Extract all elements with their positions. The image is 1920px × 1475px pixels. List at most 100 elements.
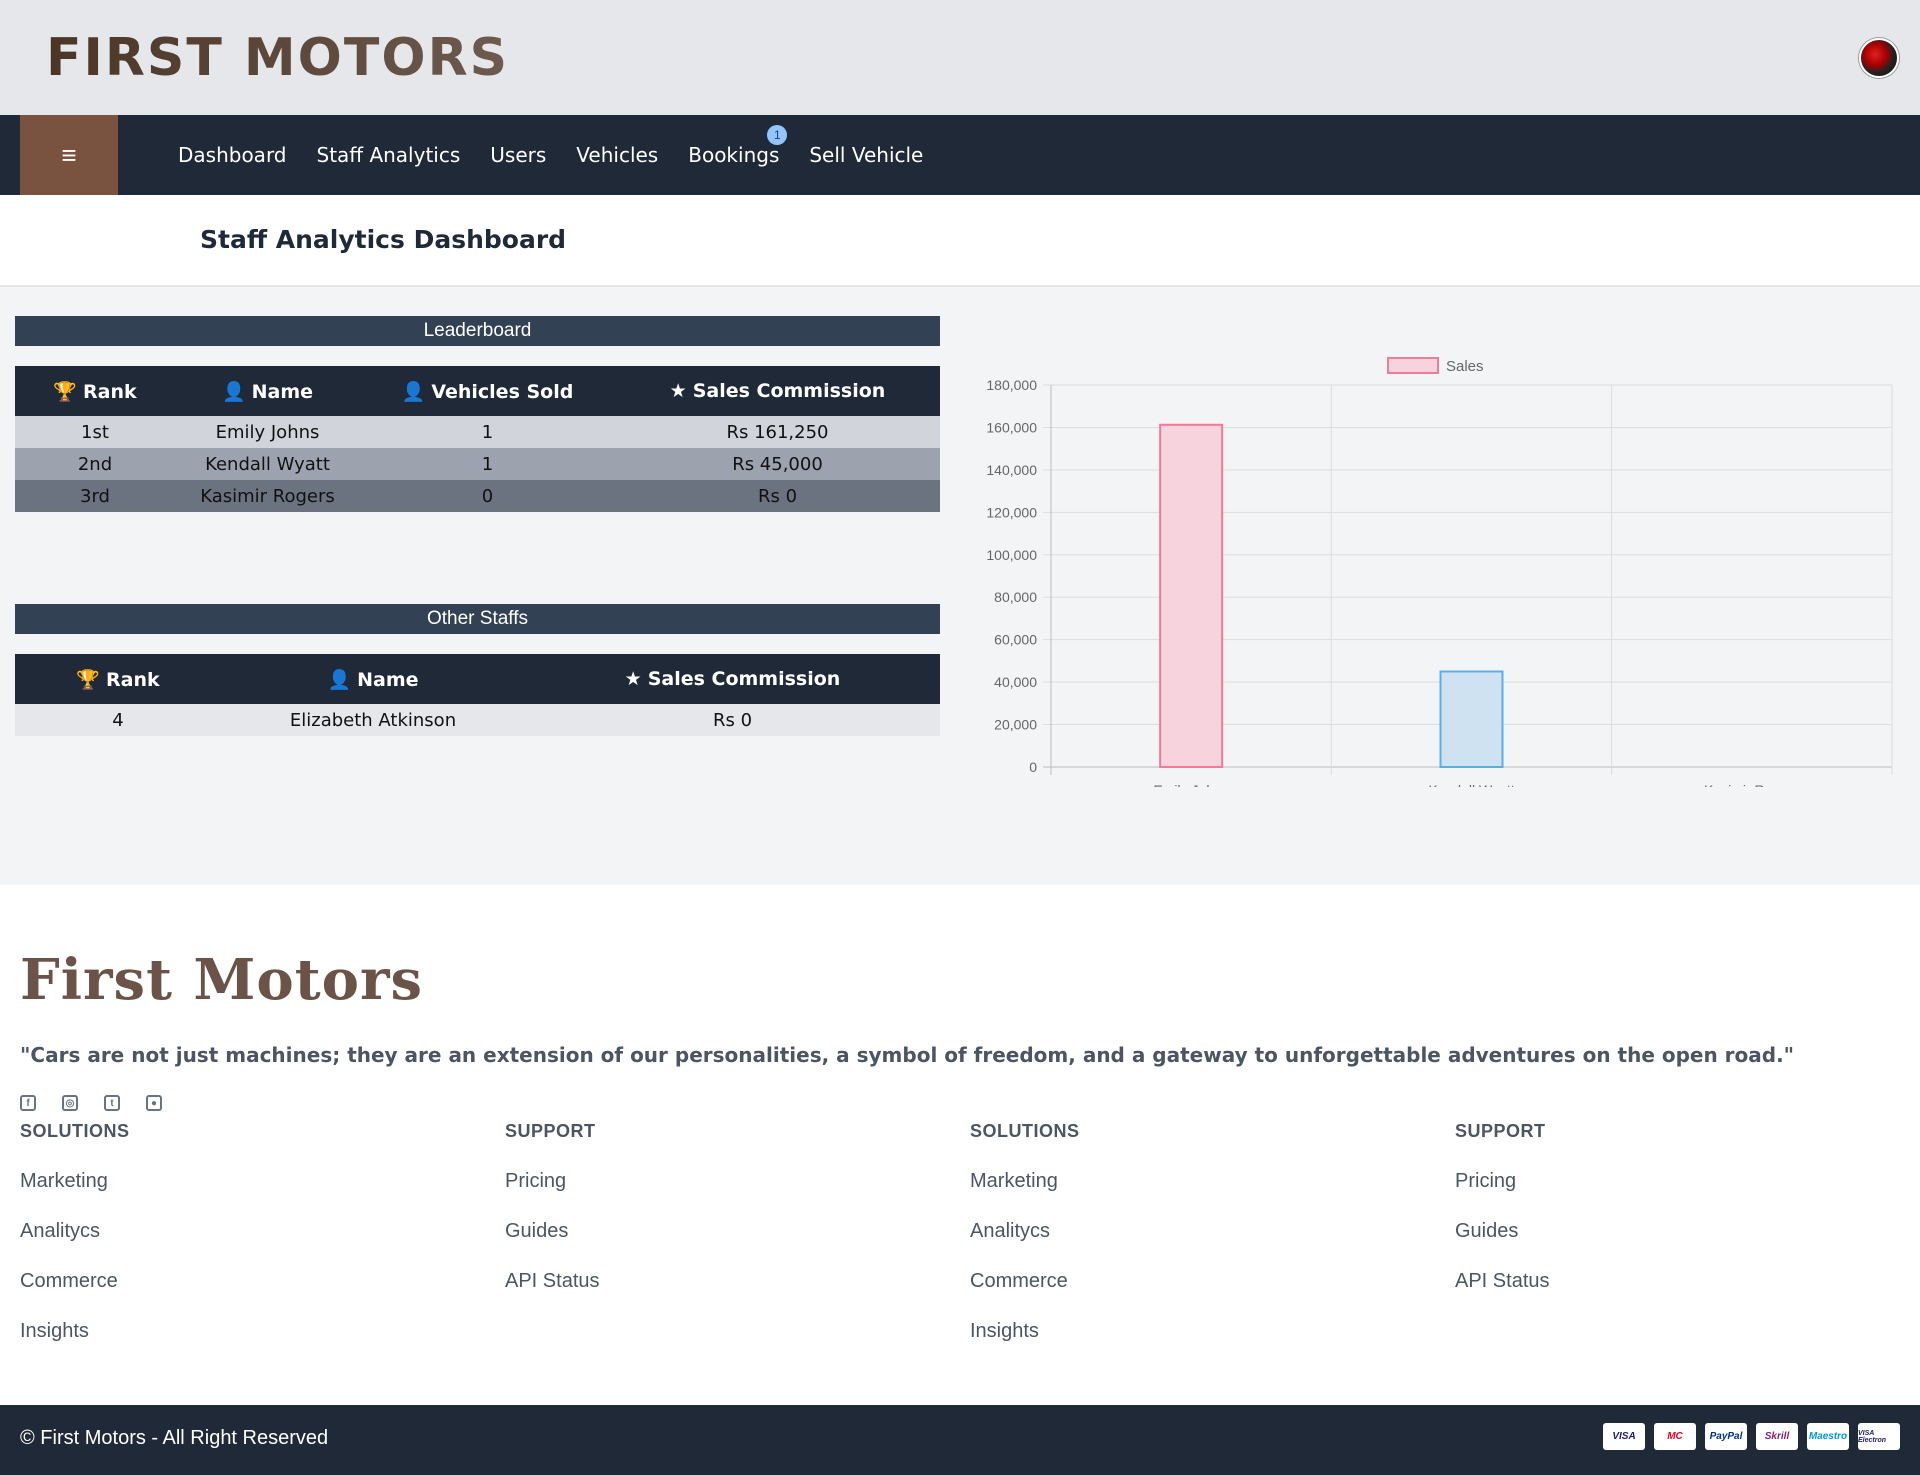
footer-column-support-2: SUPPORT Pricing Guides API Status: [1455, 1121, 1550, 1320]
nav-link-staff-analytics[interactable]: Staff Analytics: [317, 143, 461, 167]
cell-commission: Rs 45,000: [615, 448, 940, 480]
main-nav: ≡ Dashboard Staff Analytics Users Vehicl…: [0, 115, 1920, 195]
y-tick-label: 60,000: [994, 632, 1037, 648]
user-icon: 👤: [327, 668, 352, 691]
x-tick-label: Emily Johns: [1153, 782, 1228, 787]
y-tick-label: 20,000: [994, 717, 1037, 733]
menu-toggle-button[interactable]: ≡: [20, 115, 118, 195]
footer-link[interactable]: API Status: [505, 1270, 600, 1292]
nav-link-dashboard[interactable]: Dashboard: [178, 143, 287, 167]
footer-link[interactable]: Commerce: [970, 1270, 1080, 1292]
bar: [1439, 670, 1504, 768]
col-sales-commission: ★ Sales Commission: [615, 366, 940, 416]
y-tick-label: 180,000: [986, 377, 1037, 393]
footer-link[interactable]: Insights: [20, 1320, 130, 1342]
footer-quote: "Cars are not just machines; they are an…: [20, 1043, 1795, 1067]
footer-link[interactable]: Marketing: [970, 1170, 1080, 1192]
cell-vehicles-sold: 1: [360, 416, 615, 448]
nav-link-vehicles[interactable]: Vehicles: [576, 143, 658, 167]
twitter-icon[interactable]: t: [104, 1095, 120, 1111]
cell-name: Kasimir Rogers: [175, 480, 360, 512]
cell-commission: Rs 161,250: [615, 416, 940, 448]
skrill-icon: Skrill: [1756, 1423, 1798, 1450]
cell-name: Kendall Wyatt: [175, 448, 360, 480]
cell-name: Elizabeth Atkinson: [221, 704, 525, 736]
cell-rank: 4: [15, 704, 221, 736]
footer-link[interactable]: API Status: [1455, 1270, 1550, 1292]
col-rank: 🏆 Rank: [15, 654, 221, 704]
bookings-badge: 1: [767, 125, 788, 145]
footer-link[interactable]: Pricing: [505, 1170, 600, 1192]
other-staffs-table: 🏆 Rank 👤 Name ★ Sales Commission 4 Elizabet…: [15, 654, 940, 736]
col-rank: 🏆 Rank: [15, 366, 175, 416]
payment-methods: VISA MC PayPal Skrill Maestro VISA Elect…: [1603, 1423, 1900, 1450]
user-icon: 👤: [221, 380, 246, 403]
y-tick-label: 120,000: [986, 504, 1037, 520]
footer-column-heading: SUPPORT: [505, 1121, 596, 1141]
col-vehicles-sold: 👤 Vehicles Sold: [360, 366, 615, 416]
footer-column-solutions: SOLUTIONS Marketing Analitycs Commerce I…: [20, 1121, 130, 1370]
y-tick-label: 0: [1029, 759, 1037, 775]
hamburger-icon: ≡: [61, 139, 77, 170]
footer-link[interactable]: Marketing: [20, 1170, 130, 1192]
cell-vehicles-sold: 0: [360, 480, 615, 512]
footer-link[interactable]: Commerce: [20, 1270, 130, 1292]
instagram-icon[interactable]: ◎: [62, 1095, 78, 1111]
cell-rank: 3rd: [15, 480, 175, 512]
cell-vehicles-sold: 1: [360, 448, 615, 480]
footer-link[interactable]: Analitycs: [970, 1220, 1080, 1242]
social-links: f ◎ t ●: [20, 1095, 162, 1111]
y-tick-label: 160,000: [986, 419, 1037, 435]
footer-link[interactable]: Guides: [505, 1220, 600, 1242]
cell-commission: Rs 0: [525, 704, 940, 736]
top-header: FIRST MOTORS: [0, 0, 1920, 115]
y-tick-label: 80,000: [994, 589, 1037, 605]
cell-rank: 2nd: [15, 448, 175, 480]
footer-link[interactable]: Insights: [970, 1320, 1080, 1342]
visa-electron-icon: VISA Electron: [1858, 1423, 1900, 1450]
y-tick-label: 40,000: [994, 674, 1037, 690]
mastercard-icon: MC: [1654, 1423, 1696, 1450]
col-name: 👤 Name: [221, 654, 525, 704]
page-title-strip: Staff Analytics Dashboard: [0, 195, 1920, 287]
cell-name: Emily Johns: [175, 416, 360, 448]
star-icon: ★: [669, 380, 687, 402]
main-content: Leaderboard 🏆 Rank 👤 Name 👤 Vehicles Sold ★…: [0, 287, 1920, 885]
user-avatar[interactable]: [1859, 38, 1899, 78]
footer-column-heading: SUPPORT: [1455, 1121, 1546, 1141]
footer-link[interactable]: Guides: [1455, 1220, 1550, 1242]
footer-column-heading: SOLUTIONS: [20, 1121, 130, 1141]
table-row: 1st Emily Johns 1 Rs 161,250: [15, 416, 940, 448]
footer-brand: First Motors: [20, 947, 424, 1013]
y-tick-label: 100,000: [986, 547, 1037, 563]
x-tick-label: Kasimir Rogers: [1704, 782, 1800, 787]
trophy-icon: 🏆: [53, 380, 78, 403]
nav-link-users[interactable]: Users: [490, 143, 546, 167]
footer-link[interactable]: Analitycs: [20, 1220, 130, 1242]
visa-icon: VISA: [1603, 1423, 1645, 1450]
user-icon: 👤: [401, 380, 426, 403]
footer-column-heading: SOLUTIONS: [970, 1121, 1080, 1141]
github-icon[interactable]: ●: [146, 1095, 162, 1111]
leaderboard-title: Leaderboard: [15, 316, 940, 346]
table-row: 2nd Kendall Wyatt 1 Rs 45,000: [15, 448, 940, 480]
bar: [1159, 423, 1224, 769]
other-staffs-title: Other Staffs: [15, 604, 940, 634]
nav-link-bookings-label: Bookings: [688, 143, 780, 167]
cell-rank: 1st: [15, 416, 175, 448]
footer-column-support: SUPPORT Pricing Guides API Status: [505, 1121, 600, 1320]
facebook-icon[interactable]: f: [20, 1095, 36, 1111]
maestro-icon: Maestro: [1807, 1423, 1849, 1450]
trophy-icon: 🏆: [76, 668, 101, 691]
nav-link-bookings[interactable]: Bookings 1: [688, 125, 788, 167]
x-tick-label: Kendall Wyatt: [1428, 782, 1514, 787]
legend-swatch: [1387, 357, 1439, 374]
brand-logo[interactable]: FIRST MOTORS: [46, 28, 509, 88]
nav-link-sell-vehicle[interactable]: Sell Vehicle: [809, 143, 923, 167]
footer-link[interactable]: Pricing: [1455, 1170, 1550, 1192]
paypal-icon: PayPal: [1705, 1423, 1747, 1450]
footer-bottom-bar: © First Motors - All Right Reserved VISA…: [0, 1405, 1920, 1475]
legend-label: Sales: [1446, 358, 1484, 375]
nav-links: Dashboard Staff Analytics Users Vehicles…: [178, 115, 923, 195]
col-sales-commission: ★ Sales Commission: [525, 654, 940, 704]
